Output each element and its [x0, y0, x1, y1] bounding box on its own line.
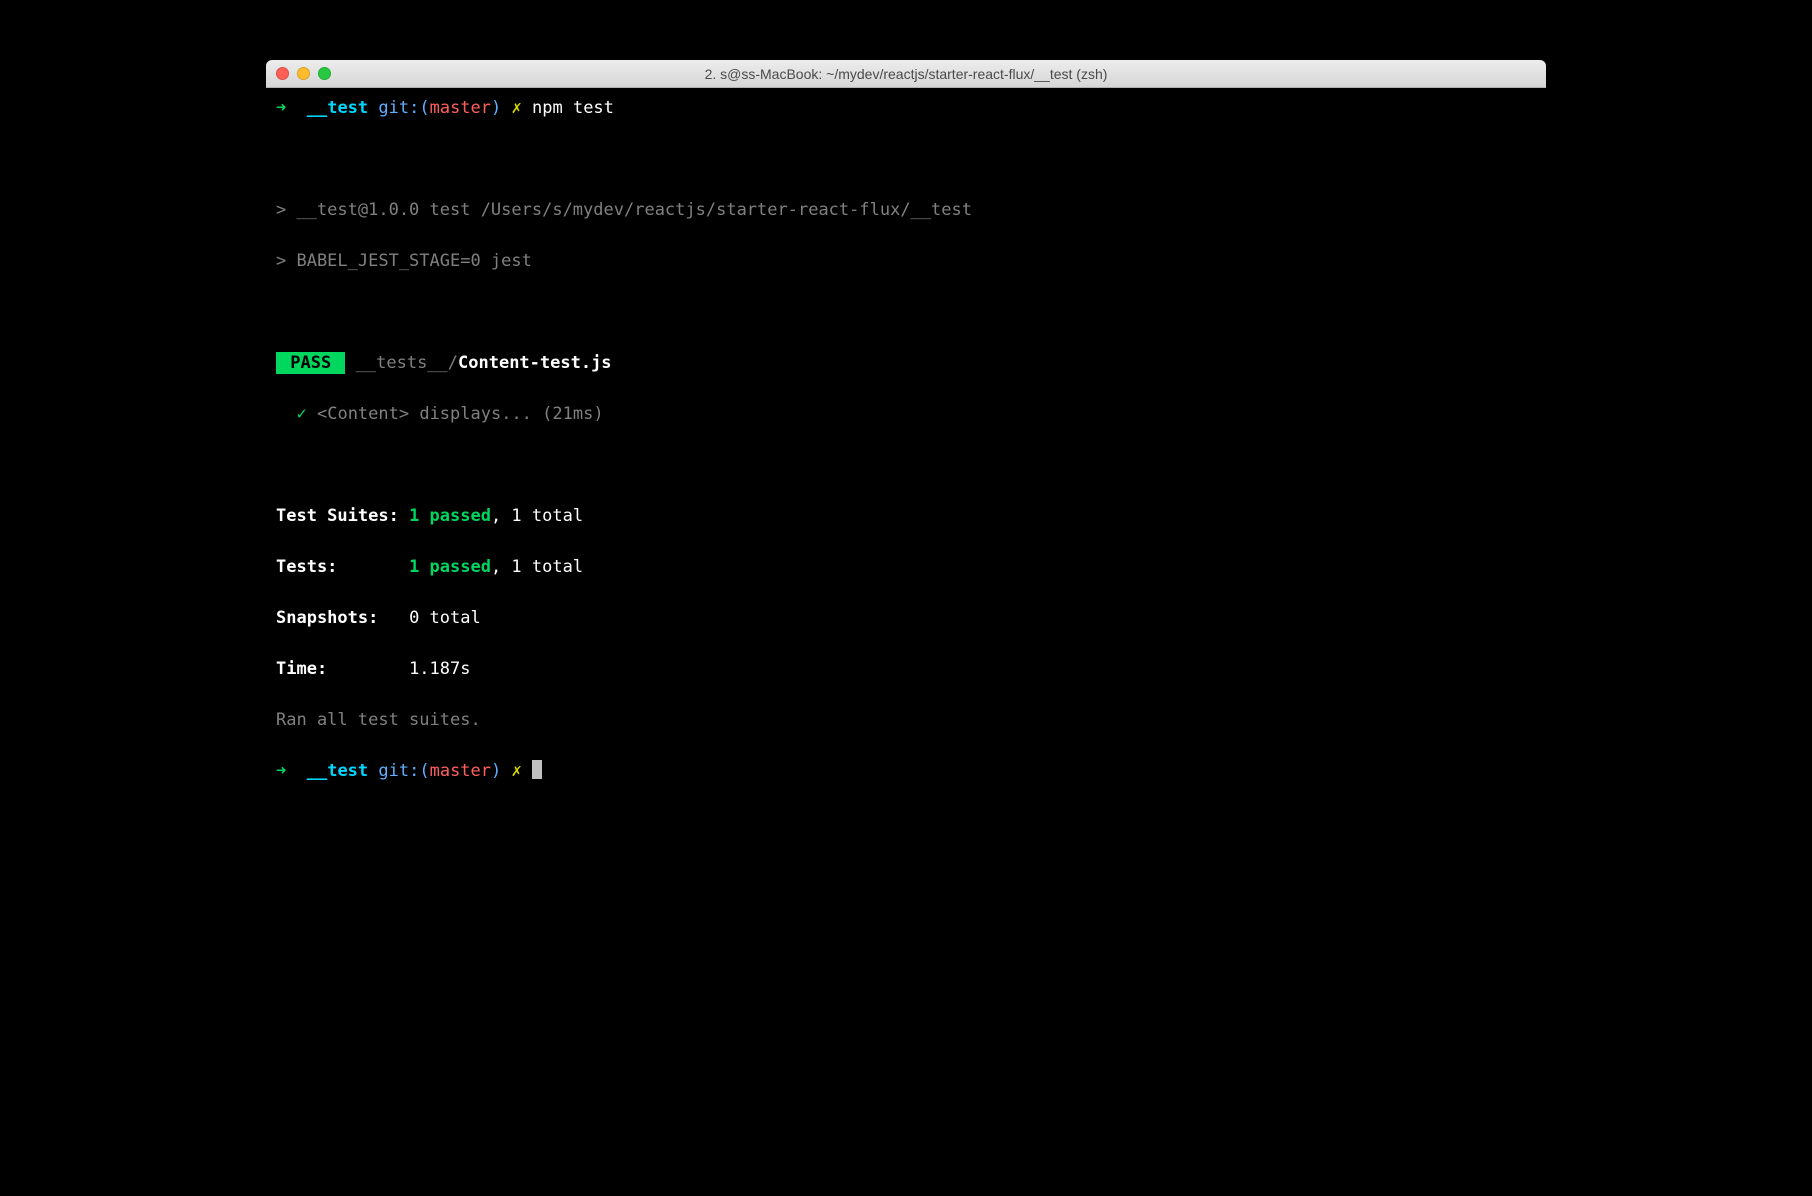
time-value: 1.187s	[409, 659, 470, 679]
test-filename: Content-test.js	[458, 353, 612, 373]
ran-all-line: Ran all test suites.	[276, 708, 1536, 734]
close-icon[interactable]	[276, 67, 289, 80]
prompt-arrow-icon: ➜	[276, 761, 286, 781]
npm-output-line-2: > BABEL_JEST_STAGE=0 jest	[276, 249, 1536, 275]
window-title: 2. s@ss-MacBook: ~/mydev/reactjs/starter…	[266, 66, 1546, 82]
suites-passed: 1 passed	[409, 506, 491, 526]
snapshots-line: Snapshots: 0 total	[276, 606, 1536, 632]
window-titlebar[interactable]: 2. s@ss-MacBook: ~/mydev/reactjs/starter…	[266, 60, 1546, 88]
terminal-window: 2. s@ss-MacBook: ~/mydev/reactjs/starter…	[266, 60, 1546, 888]
tests-total: , 1 total	[491, 557, 583, 577]
prompt-dirty-icon: ✗	[512, 761, 522, 781]
suites-label: Test Suites:	[276, 506, 409, 526]
prompt-directory: __test	[307, 761, 368, 781]
time-label: Time:	[276, 659, 409, 679]
snapshots-value: 0 total	[409, 608, 481, 628]
prompt-git-label: git:(	[378, 98, 429, 118]
prompt-dirty-icon: ✗	[512, 98, 522, 118]
prompt-git-label: git:(	[378, 761, 429, 781]
test-description: <Content> displays... (21ms)	[317, 404, 604, 424]
test-result-line: ✓ <Content> displays... (21ms)	[276, 402, 1536, 428]
test-directory: __tests__/	[345, 353, 458, 373]
prompt-branch: master	[430, 761, 491, 781]
pass-badge: PASS	[276, 352, 345, 374]
cursor-icon	[532, 760, 542, 779]
prompt-arrow-icon: ➜	[276, 98, 286, 118]
maximize-icon[interactable]	[318, 67, 331, 80]
command-text: npm test	[532, 98, 614, 118]
minimize-icon[interactable]	[297, 67, 310, 80]
tests-line: Tests: 1 passed, 1 total	[276, 555, 1536, 581]
npm-output-line-1: > __test@1.0.0 test /Users/s/mydev/react…	[276, 198, 1536, 224]
prompt-directory: __test	[307, 98, 368, 118]
tests-passed: 1 passed	[409, 557, 491, 577]
tests-label: Tests:	[276, 557, 409, 577]
time-line: Time: 1.187s	[276, 657, 1536, 683]
prompt-line-2: ➜ __test git:(master) ✗	[276, 759, 1536, 785]
pass-line: PASS __tests__/Content-test.js	[276, 351, 1536, 377]
suites-total: , 1 total	[491, 506, 583, 526]
terminal-body[interactable]: ➜ __test git:(master) ✗ npm test > __tes…	[266, 88, 1546, 888]
checkmark-icon: ✓	[296, 404, 306, 424]
test-suites-line: Test Suites: 1 passed, 1 total	[276, 504, 1536, 530]
prompt-git-close: )	[491, 98, 501, 118]
blank-line	[276, 453, 1536, 479]
window-controls	[276, 67, 331, 80]
snapshots-label: Snapshots:	[276, 608, 409, 628]
blank-line	[276, 147, 1536, 173]
blank-line	[276, 300, 1536, 326]
prompt-branch: master	[430, 98, 491, 118]
prompt-git-close: )	[491, 761, 501, 781]
prompt-line-1: ➜ __test git:(master) ✗ npm test	[276, 96, 1536, 122]
